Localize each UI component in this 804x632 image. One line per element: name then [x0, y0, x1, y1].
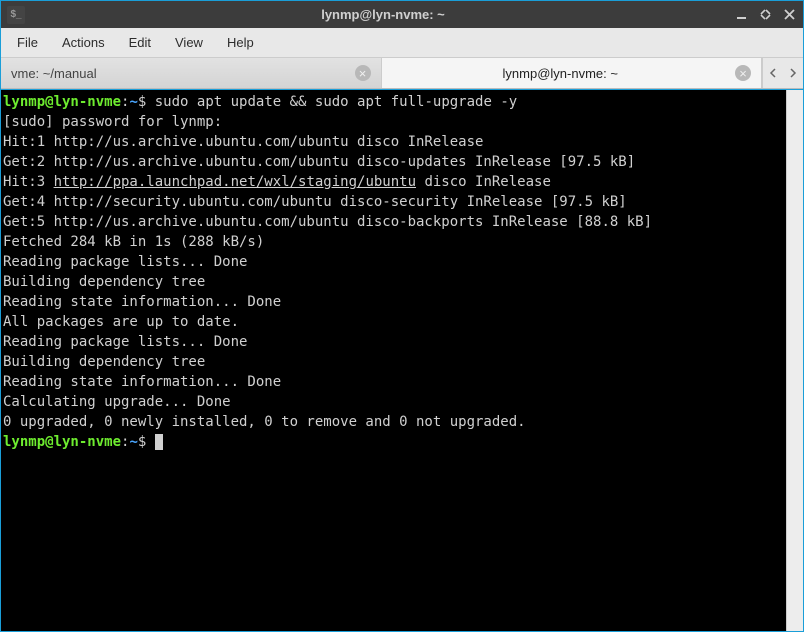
- terminal-line: 0 upgraded, 0 newly installed, 0 to remo…: [3, 412, 784, 432]
- terminal-line: [sudo] password for lynmp:: [3, 112, 784, 132]
- tab-label: lynmp@lyn-nvme: ~: [392, 66, 730, 81]
- minimize-button[interactable]: [733, 7, 749, 23]
- terminal-line: Building dependency tree: [3, 272, 784, 292]
- tabbar: vme: ~/manual × lynmp@lyn-nvme: ~ ×: [1, 58, 803, 89]
- terminal-line: Reading state information... Done: [3, 292, 784, 312]
- cursor: [155, 434, 163, 450]
- tab-label: vme: ~/manual: [11, 66, 349, 81]
- tab-active[interactable]: lynmp@lyn-nvme: ~ ×: [382, 58, 763, 88]
- window-controls: [733, 7, 797, 23]
- terminal-window: $_ lynmp@lyn-nvme: ~ File Actions Edit V…: [0, 0, 804, 632]
- tab-nav: [762, 58, 803, 88]
- prompt-user: lynmp@lyn-nvme: [3, 94, 121, 110]
- close-icon[interactable]: ×: [735, 65, 751, 81]
- tab-next-button[interactable]: [783, 58, 803, 88]
- menu-file[interactable]: File: [5, 31, 50, 54]
- terminal-icon: $_: [7, 6, 25, 24]
- terminal-line: Reading package lists... Done: [3, 252, 784, 272]
- terminal-line: Get:4 http://security.ubuntu.com/ubuntu …: [3, 192, 784, 212]
- tab-inactive[interactable]: vme: ~/manual ×: [1, 58, 382, 88]
- terminal-line: Fetched 284 kB in 1s (288 kB/s): [3, 232, 784, 252]
- prompt-path: ~: [129, 434, 137, 450]
- terminal-line: Reading state information... Done: [3, 372, 784, 392]
- terminal-line: Hit:3 http://ppa.launchpad.net/wxl/stagi…: [3, 172, 784, 192]
- menubar: File Actions Edit View Help: [1, 28, 803, 58]
- terminal-line: Hit:1 http://us.archive.ubuntu.com/ubunt…: [3, 132, 784, 152]
- menu-view[interactable]: View: [163, 31, 215, 54]
- titlebar: $_ lynmp@lyn-nvme: ~: [1, 1, 803, 28]
- menu-help[interactable]: Help: [215, 31, 266, 54]
- close-button[interactable]: [781, 7, 797, 23]
- terminal-line: Building dependency tree: [3, 352, 784, 372]
- terminal-line: lynmp@lyn-nvme:~$: [3, 432, 784, 452]
- terminal-line: All packages are up to date.: [3, 312, 784, 332]
- menu-edit[interactable]: Edit: [117, 31, 163, 54]
- maximize-button[interactable]: [757, 7, 773, 23]
- command-text: sudo apt update && sudo apt full-upgrade…: [155, 94, 517, 110]
- terminal-line: Calculating upgrade... Done: [3, 392, 784, 412]
- terminal-line: lynmp@lyn-nvme:~$ sudo apt update && sud…: [3, 92, 784, 112]
- tab-prev-button[interactable]: [763, 58, 783, 88]
- menu-actions[interactable]: Actions: [50, 31, 117, 54]
- prompt-path: ~: [129, 94, 137, 110]
- terminal-output[interactable]: lynmp@lyn-nvme:~$ sudo apt update && sud…: [1, 90, 786, 631]
- scrollbar[interactable]: [786, 90, 803, 631]
- terminal-line: Get:2 http://us.archive.ubuntu.com/ubunt…: [3, 152, 784, 172]
- terminal-line: Reading package lists... Done: [3, 332, 784, 352]
- terminal-area: lynmp@lyn-nvme:~$ sudo apt update && sud…: [1, 89, 803, 631]
- terminal-line: Get:5 http://us.archive.ubuntu.com/ubunt…: [3, 212, 784, 232]
- prompt-user: lynmp@lyn-nvme: [3, 434, 121, 450]
- close-icon[interactable]: ×: [355, 65, 371, 81]
- window-title: lynmp@lyn-nvme: ~: [33, 7, 733, 22]
- terminal-link[interactable]: http://ppa.launchpad.net/wxl/staging/ubu…: [54, 174, 416, 190]
